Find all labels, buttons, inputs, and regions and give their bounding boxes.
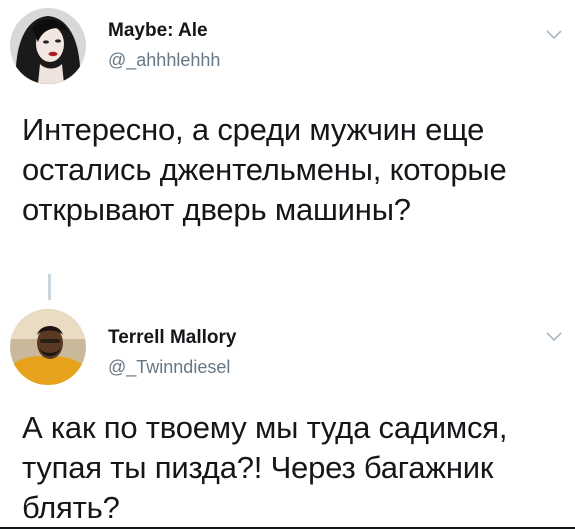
thread-connector-line xyxy=(48,274,51,300)
chevron-down-icon[interactable] xyxy=(545,28,563,42)
profile-photo-icon xyxy=(10,8,86,84)
chevron-down-icon[interactable] xyxy=(545,330,563,344)
tweet-reply: Terrell Mallory @_Twinndiesel А как по т… xyxy=(0,300,575,529)
user-handle[interactable]: @_ahhhlehhh xyxy=(108,50,220,71)
profile-photo-icon xyxy=(10,309,86,385)
user-handle[interactable]: @_Twinndiesel xyxy=(108,357,230,378)
tweet-text: Интересно, а среди мужчин еще остались д… xyxy=(22,112,507,227)
tweet-text: А как по твоему мы туда садимся, тупая т… xyxy=(22,410,508,525)
display-name[interactable]: Terrell Mallory xyxy=(108,327,236,349)
avatar-maybe-ale[interactable] xyxy=(10,8,86,84)
tweet-original: Maybe: Ale @_ahhhlehhh Интересно, а сред… xyxy=(0,0,575,300)
avatar-terrell-mallory[interactable] xyxy=(10,309,86,385)
display-name[interactable]: Maybe: Ale xyxy=(108,20,208,42)
